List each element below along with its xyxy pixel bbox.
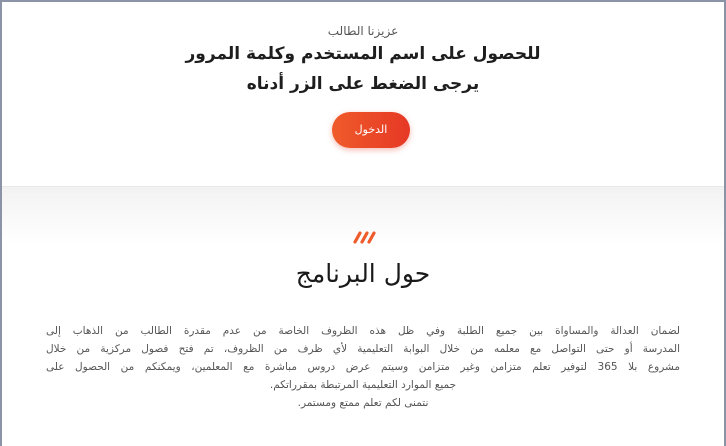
about-title: حول البرنامج (295, 259, 431, 288)
instruction-line-1: للحصول على اسم المستخدم وكلمة المرور (185, 44, 541, 64)
description-line: لضمان العدالة والمساواة بين جميع الطلبة … (46, 325, 680, 337)
about-description: لضمان العدالة والمساواة بين جميع الطلبة … (46, 322, 680, 412)
page-frame: عزيزنا الطالب للحصول على اسم المستخدم وك… (0, 0, 726, 446)
about-section: حول البرنامج لضمان العدالة والمساواة بين… (2, 187, 724, 446)
description-line: المدرسة أو حتى التواصل مع معلمه من خلال … (46, 343, 680, 355)
description-line: جميع الموارد التعليمية المرتبطة بمقرراتك… (269, 379, 457, 391)
closing-text: نتمنى لكم تعلم ممتع ومستمر. (297, 397, 429, 409)
greeting-text: عزيزنا الطالب (327, 24, 399, 38)
login-button[interactable]: الدخول (332, 112, 410, 148)
triple-slash-accent-icon (353, 231, 376, 244)
instruction-line-2: يرجى الضغط على الزر أدناه (246, 74, 480, 94)
description-line: مشروع بلا 365 لتوفير تعلم متزامن وغير مت… (46, 361, 680, 373)
login-card: عزيزنا الطالب للحصول على اسم المستخدم وك… (2, 2, 724, 187)
